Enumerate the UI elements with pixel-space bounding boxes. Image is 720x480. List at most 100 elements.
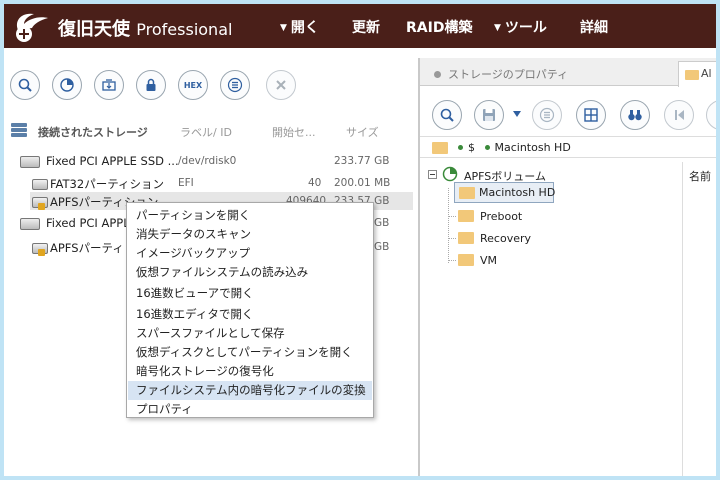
tree-item-macintosh-hd[interactable]: Macintosh HD xyxy=(454,182,556,203)
path-dot-icon xyxy=(484,145,490,150)
menu-tools[interactable]: ▼ ツール xyxy=(494,17,547,37)
row-name: APFSパーティ xyxy=(50,241,124,255)
column-label-id[interactable]: ラベル/ ID xyxy=(180,124,232,140)
list-button[interactable] xyxy=(532,100,562,130)
image-backup-button[interactable] xyxy=(94,70,124,100)
tree-item-label: Macintosh HD xyxy=(479,186,556,199)
column-start-sector[interactable]: 開始セ... xyxy=(272,124,316,140)
tree-item-vm[interactable]: VM xyxy=(458,253,558,269)
scan-chart-icon xyxy=(60,78,74,92)
tree-guide-line xyxy=(448,238,456,239)
folder-icon xyxy=(459,187,475,199)
menu-arrow-icon: ▼ xyxy=(280,23,287,33)
app-window: 復旧天使 Professional ▼ 開く 更新 RAID構築 ▼ ツール 詳細 xyxy=(4,4,716,476)
tab-active-label: Al xyxy=(701,67,712,80)
lock-button[interactable] xyxy=(136,70,166,100)
scan-button[interactable] xyxy=(52,70,82,100)
row-label-id: EFI xyxy=(178,177,194,189)
list-icon xyxy=(539,107,555,123)
column-size[interactable]: サイズ xyxy=(346,124,379,140)
storage-row-disk0[interactable]: Fixed PCI APPLE SSD ... /dev/rdisk0 233.… xyxy=(4,154,418,170)
menu-arrow-icon: ▼ xyxy=(494,23,501,33)
encrypted-lock-icon xyxy=(38,203,45,210)
encrypted-lock-icon xyxy=(38,249,45,256)
binoculars-icon xyxy=(628,110,642,121)
view-toggle-button[interactable] xyxy=(576,100,606,130)
path-text: $ Macintosh HD xyxy=(458,141,571,154)
storage-row-fat32[interactable]: FAT32パーティション EFI 40 200.01 MB xyxy=(4,176,418,192)
tab-bar: ストレージのプロパティ Al xyxy=(420,58,716,87)
menu-open-label: 開く xyxy=(290,20,319,36)
title-bar: 復旧天使 Professional ▼ 開く 更新 RAID構築 ▼ ツール 詳細 xyxy=(4,4,716,48)
app-title-en: Professional xyxy=(136,20,233,39)
save-button[interactable] xyxy=(474,100,504,130)
forward-button[interactable] xyxy=(706,100,716,130)
row-size: 200.01 MB xyxy=(334,177,391,189)
menu-item-convert-encrypted[interactable]: ファイルシステム内の暗号化ファイルの変換 xyxy=(128,381,372,400)
back-button[interactable] xyxy=(664,100,694,130)
list-icon xyxy=(227,77,243,93)
menu-raid[interactable]: RAID構築 xyxy=(406,17,472,37)
row-start: 40 xyxy=(308,177,322,189)
explorer-pane: ストレージのプロパティ Al $ Macintosh HD APFSボリューム … xyxy=(420,58,716,476)
folder-icon xyxy=(458,232,474,244)
path-volume: Macintosh HD xyxy=(494,141,571,154)
menu-item-open-hex-editor[interactable]: 16進数エディタで開く xyxy=(128,305,372,324)
path-dot-icon xyxy=(458,145,463,150)
tree-guide-line xyxy=(448,216,456,217)
menu-item-load-virtual-fs[interactable]: 仮想ファイルシステムの読み込み xyxy=(128,263,372,282)
tree-item-preboot[interactable]: Preboot xyxy=(458,209,558,225)
tree-guide-line xyxy=(448,188,449,263)
column-name-header[interactable]: 名前 xyxy=(689,168,711,184)
save-icon xyxy=(483,109,495,121)
close-button[interactable] xyxy=(266,70,296,100)
tab-storage-properties[interactable]: ストレージのプロパティ xyxy=(434,66,568,82)
menu-item-properties[interactable]: プロパティ xyxy=(128,400,372,419)
row-size: GB xyxy=(374,217,390,229)
angel-logo-icon xyxy=(16,13,48,42)
disk-drive-icon xyxy=(20,218,40,230)
find-button[interactable] xyxy=(620,100,650,130)
hex-viewer-icon: HEX xyxy=(183,80,203,90)
tab-storage-properties-label: ストレージのプロパティ xyxy=(448,68,569,81)
tab-active[interactable]: Al xyxy=(678,61,716,87)
menu-refresh-label: 更新 xyxy=(352,20,380,36)
search-button[interactable] xyxy=(10,70,40,100)
back-arrow-icon xyxy=(675,110,684,120)
row-name: Fixed PCI APPL xyxy=(46,216,130,230)
row-name: FAT32パーティション xyxy=(50,177,165,191)
storage-list-header: 接続されたストレージ xyxy=(38,126,148,139)
tree-item-label: Recovery xyxy=(480,232,532,245)
menu-item-open-hex-viewer[interactable]: 16進数ビューアで開く xyxy=(128,284,372,303)
menu-tools-label: ツール xyxy=(504,20,547,36)
row-size: GB xyxy=(374,241,390,253)
menu-details[interactable]: 詳細 xyxy=(580,17,608,37)
row-label-id: /dev/rdisk0 xyxy=(178,155,237,167)
column-divider xyxy=(682,162,683,476)
save-dropdown-icon[interactable] xyxy=(512,110,522,118)
list-button[interactable] xyxy=(220,70,250,100)
grid-view-icon xyxy=(584,108,598,122)
menu-item-image-backup[interactable]: イメージバックアップ xyxy=(128,244,372,263)
folder-icon xyxy=(685,70,699,80)
row-name: Fixed PCI APPLE SSD ... xyxy=(46,154,179,168)
partition-icon xyxy=(32,179,48,190)
menu-open[interactable]: ▼ 開く xyxy=(280,17,319,37)
hex-viewer-button[interactable]: HEX xyxy=(178,70,208,100)
close-icon xyxy=(276,80,286,90)
collapse-icon[interactable] xyxy=(428,170,437,179)
menu-item-save-sparse[interactable]: スパースファイルとして保存 xyxy=(128,324,372,343)
search-button[interactable] xyxy=(432,100,462,130)
tree-item-recovery[interactable]: Recovery xyxy=(458,231,558,247)
menu-details-label: 詳細 xyxy=(580,20,608,36)
menu-item-scan-lost-data[interactable]: 消失データのスキャン xyxy=(128,225,372,244)
folder-icon xyxy=(458,254,474,266)
menu-refresh[interactable]: 更新 xyxy=(352,17,380,37)
tree-item-label: Preboot xyxy=(480,210,523,223)
menu-item-decrypt-storage[interactable]: 暗号化ストレージの復号化 xyxy=(128,362,372,381)
path-bar[interactable]: $ Macintosh HD xyxy=(420,136,716,158)
row-size: 233.77 GB xyxy=(334,155,390,167)
menu-item-open-virtual-disk[interactable]: 仮想ディスクとしてパーティションを開く xyxy=(128,343,372,362)
folder-icon xyxy=(432,142,448,154)
menu-item-open-partition[interactable]: パーティションを開く xyxy=(128,206,372,225)
